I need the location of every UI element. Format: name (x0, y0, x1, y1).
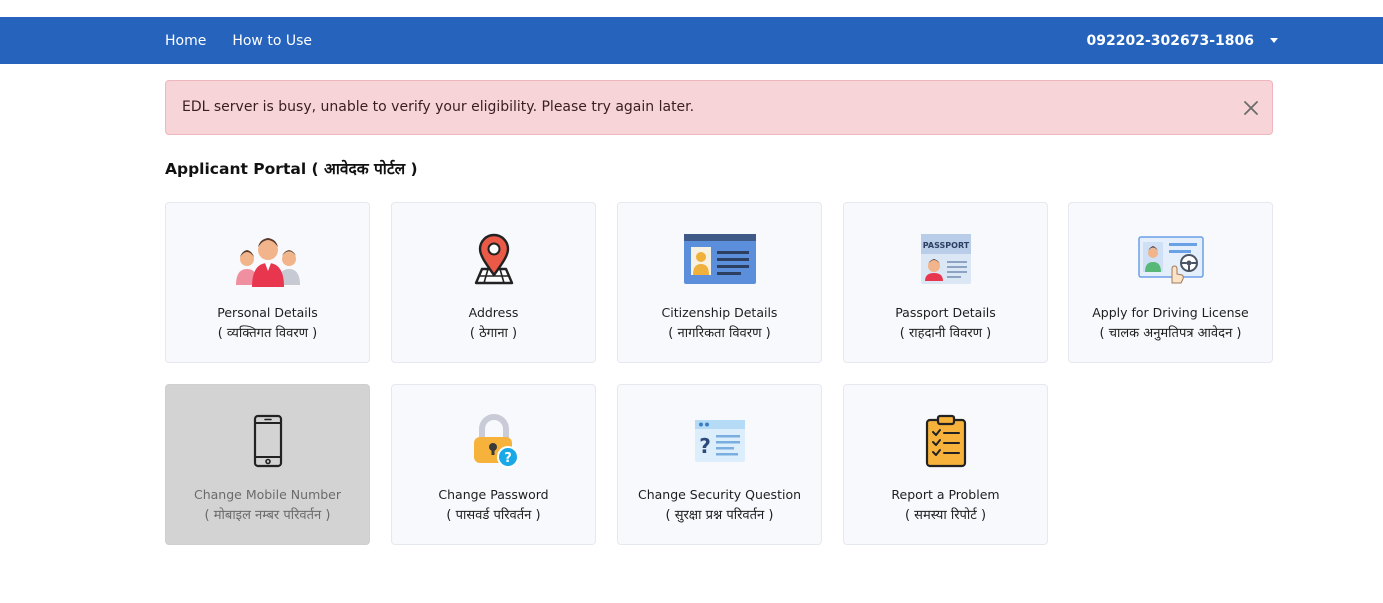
card-title: Report a Problem (891, 487, 1000, 502)
card-title: Personal Details (217, 305, 318, 320)
card-title: Change Password (438, 487, 549, 502)
nav-home-link[interactable]: Home (165, 33, 206, 49)
user-id-label: 092202-302673-1806 (1086, 32, 1254, 49)
card-apply-driving-license[interactable]: Apply for Driving License ( चालक अनुमतिप… (1068, 202, 1273, 363)
map-pin-icon (474, 233, 513, 285)
nav-links: Home How to Use (165, 17, 338, 64)
card-subtitle: ( नागरिकता विवरण ) (668, 326, 771, 341)
card-change-mobile-number: Change Mobile Number ( मोबाइल नम्बर परिव… (165, 384, 370, 545)
card-change-security-question[interactable]: ? Change Security Question ( सुरक्षा प्र… (617, 384, 822, 545)
card-address[interactable]: Address ( ठेगाना ) (391, 202, 596, 363)
card-subtitle: ( ठेगाना ) (469, 326, 518, 341)
card-subtitle: ( सुरक्षा प्रश्न परिवर्तन ) (665, 508, 774, 523)
card-title: Passport Details (895, 305, 996, 320)
card-title: Change Security Question (637, 487, 802, 502)
error-alert: EDL server is busy, unable to verify you… (165, 80, 1273, 135)
page-title: Applicant Portal ( आवेदक पोर्टल ) (165, 160, 418, 178)
passport-icon: PASSPORT (920, 234, 971, 284)
card-subtitle: ( चालक अनुमतिपत्र आवेदन ) (1099, 326, 1242, 341)
nav-how-to-use-link[interactable]: How to Use (232, 33, 312, 49)
card-subtitle: ( मोबाइल नम्बर परिवर्तन ) (204, 508, 331, 523)
card-title: Apply for Driving License (1092, 305, 1249, 320)
id-card-icon (683, 234, 756, 284)
card-passport-details[interactable]: PASSPORT Passport Details ( राहदानी विवर… (843, 202, 1048, 363)
card-citizenship-details[interactable]: Citizenship Details ( नागरिकता विवरण ) (617, 202, 822, 363)
card-personal-details[interactable]: Personal Details ( व्यक्तिगत विवरण ) (165, 202, 370, 363)
card-subtitle: ( पासवर्ड परिवर्तन ) (446, 508, 541, 523)
close-icon[interactable] (1242, 99, 1260, 117)
card-subtitle: ( व्यक्तिगत विवरण ) (217, 326, 318, 341)
family-icon (235, 238, 300, 287)
top-navbar: Home How to Use 092202-302673-1806 (0, 17, 1383, 64)
card-title: Change Mobile Number (193, 487, 342, 502)
card-subtitle: ( राहदानी विवरण ) (899, 326, 992, 341)
card-title: Address (468, 305, 519, 320)
padlock-question-icon: ? (473, 414, 519, 468)
caret-down-icon (1270, 38, 1278, 43)
user-menu-dropdown[interactable]: 092202-302673-1806 (1087, 17, 1278, 64)
card-subtitle: ( समस्या रिपोर्ट ) (904, 508, 987, 523)
svg-text:?: ? (699, 434, 711, 458)
card-title: Citizenship Details (661, 305, 778, 320)
clipboard-checklist-icon (925, 414, 966, 468)
mobile-phone-icon (253, 414, 282, 468)
card-change-password[interactable]: ? Change Password ( पासवर्ड परिवर्तन ) (391, 384, 596, 545)
svg-text:?: ? (504, 451, 512, 466)
alert-message: EDL server is busy, unable to verify you… (182, 99, 695, 115)
driving-license-icon (1137, 236, 1204, 284)
svg-text:PASSPORT: PASSPORT (922, 241, 969, 250)
card-report-problem[interactable]: Report a Problem ( समस्या रिपोर्ट ) (843, 384, 1048, 545)
security-question-icon: ? (694, 420, 745, 462)
